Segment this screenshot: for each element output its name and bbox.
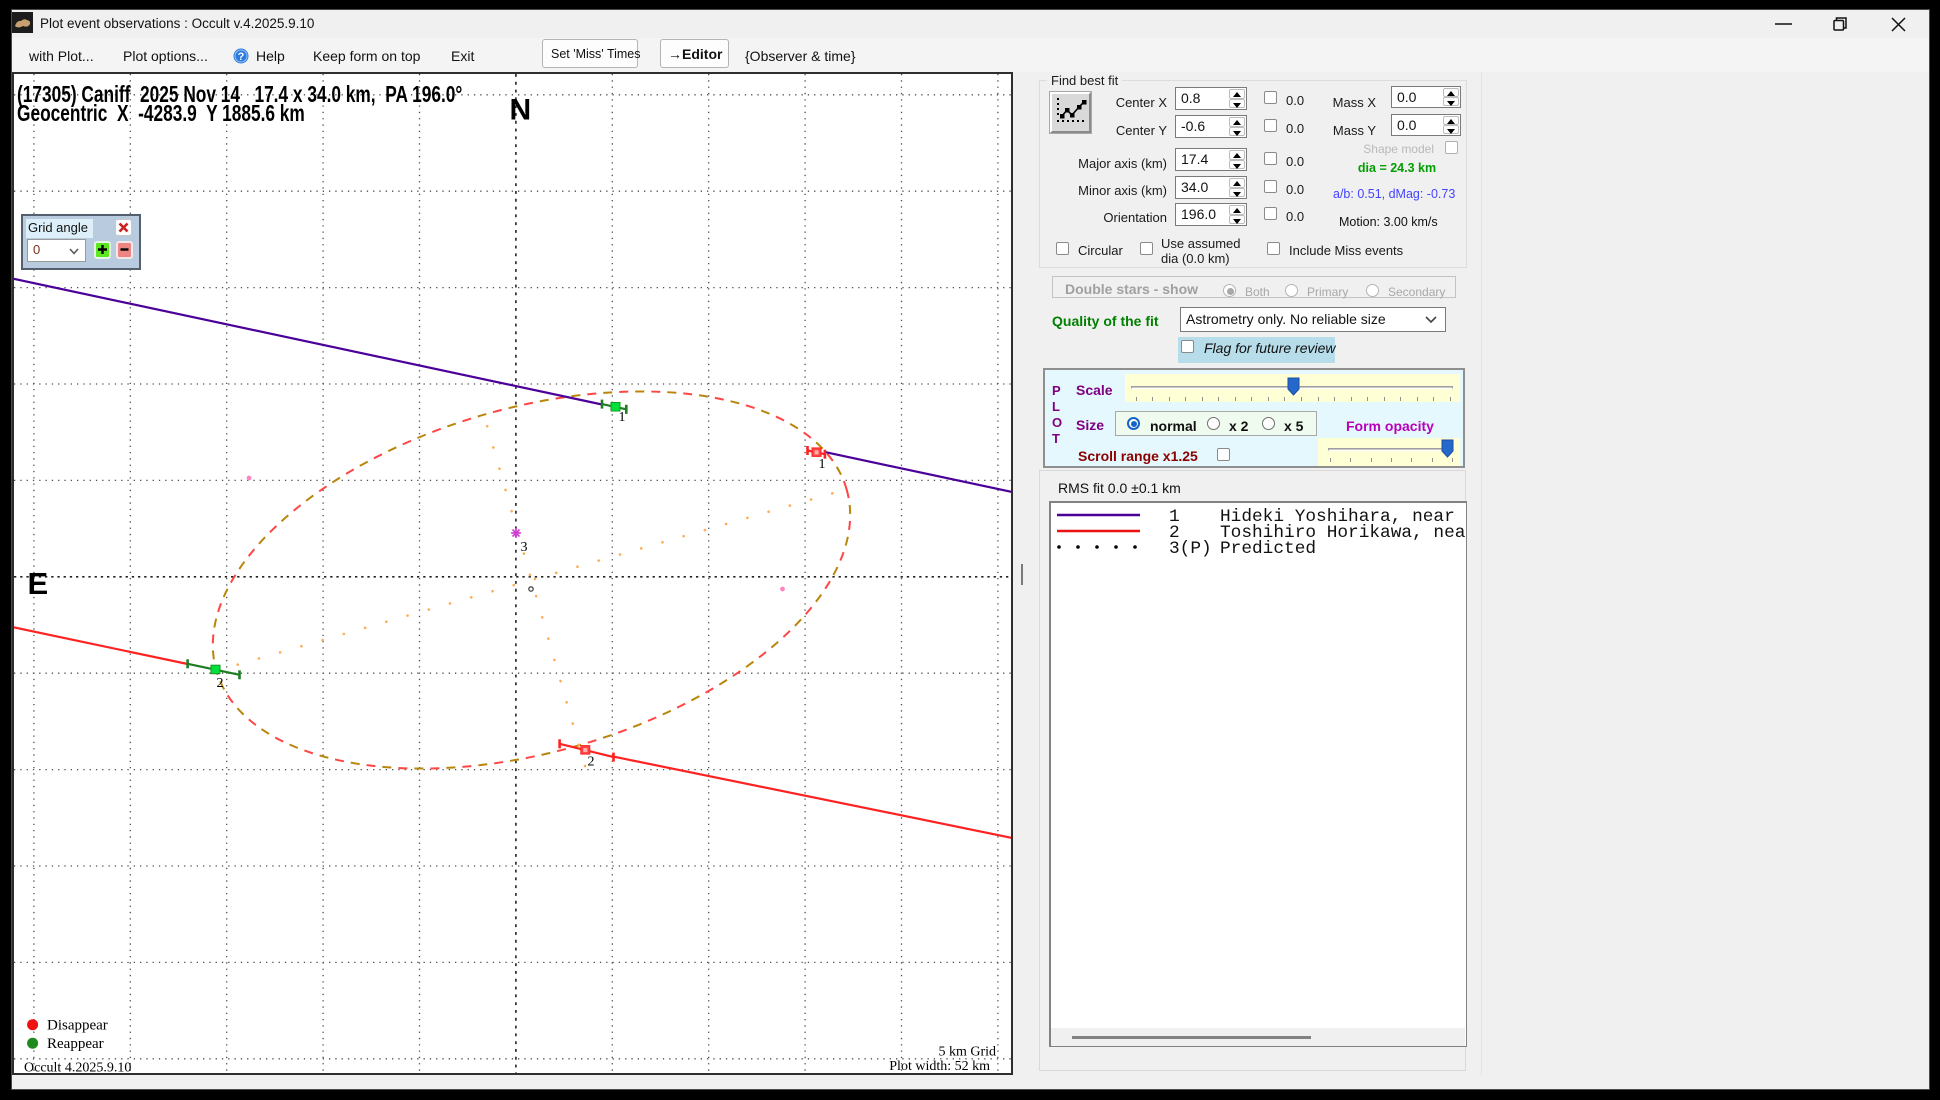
svg-text:N: N [510,94,532,127]
svg-text:3: 3 [521,540,528,555]
svg-text:1: 1 [619,410,626,425]
svg-text:Reappear: Reappear [47,1036,104,1052]
svg-text:2: 2 [217,676,224,691]
svg-text:5 km Grid: 5 km Grid [938,1045,996,1060]
svg-text:E: E [28,566,49,601]
svg-text:2: 2 [588,755,595,770]
svg-text:?: ? [238,51,245,63]
svg-text:Disappear: Disappear [47,1018,108,1034]
svg-text:Plot width: 52 km: Plot width: 52 km [889,1059,990,1073]
svg-text:Occult 4.2025.9.10: Occult 4.2025.9.10 [24,1061,131,1074]
svg-text:1: 1 [819,457,826,472]
